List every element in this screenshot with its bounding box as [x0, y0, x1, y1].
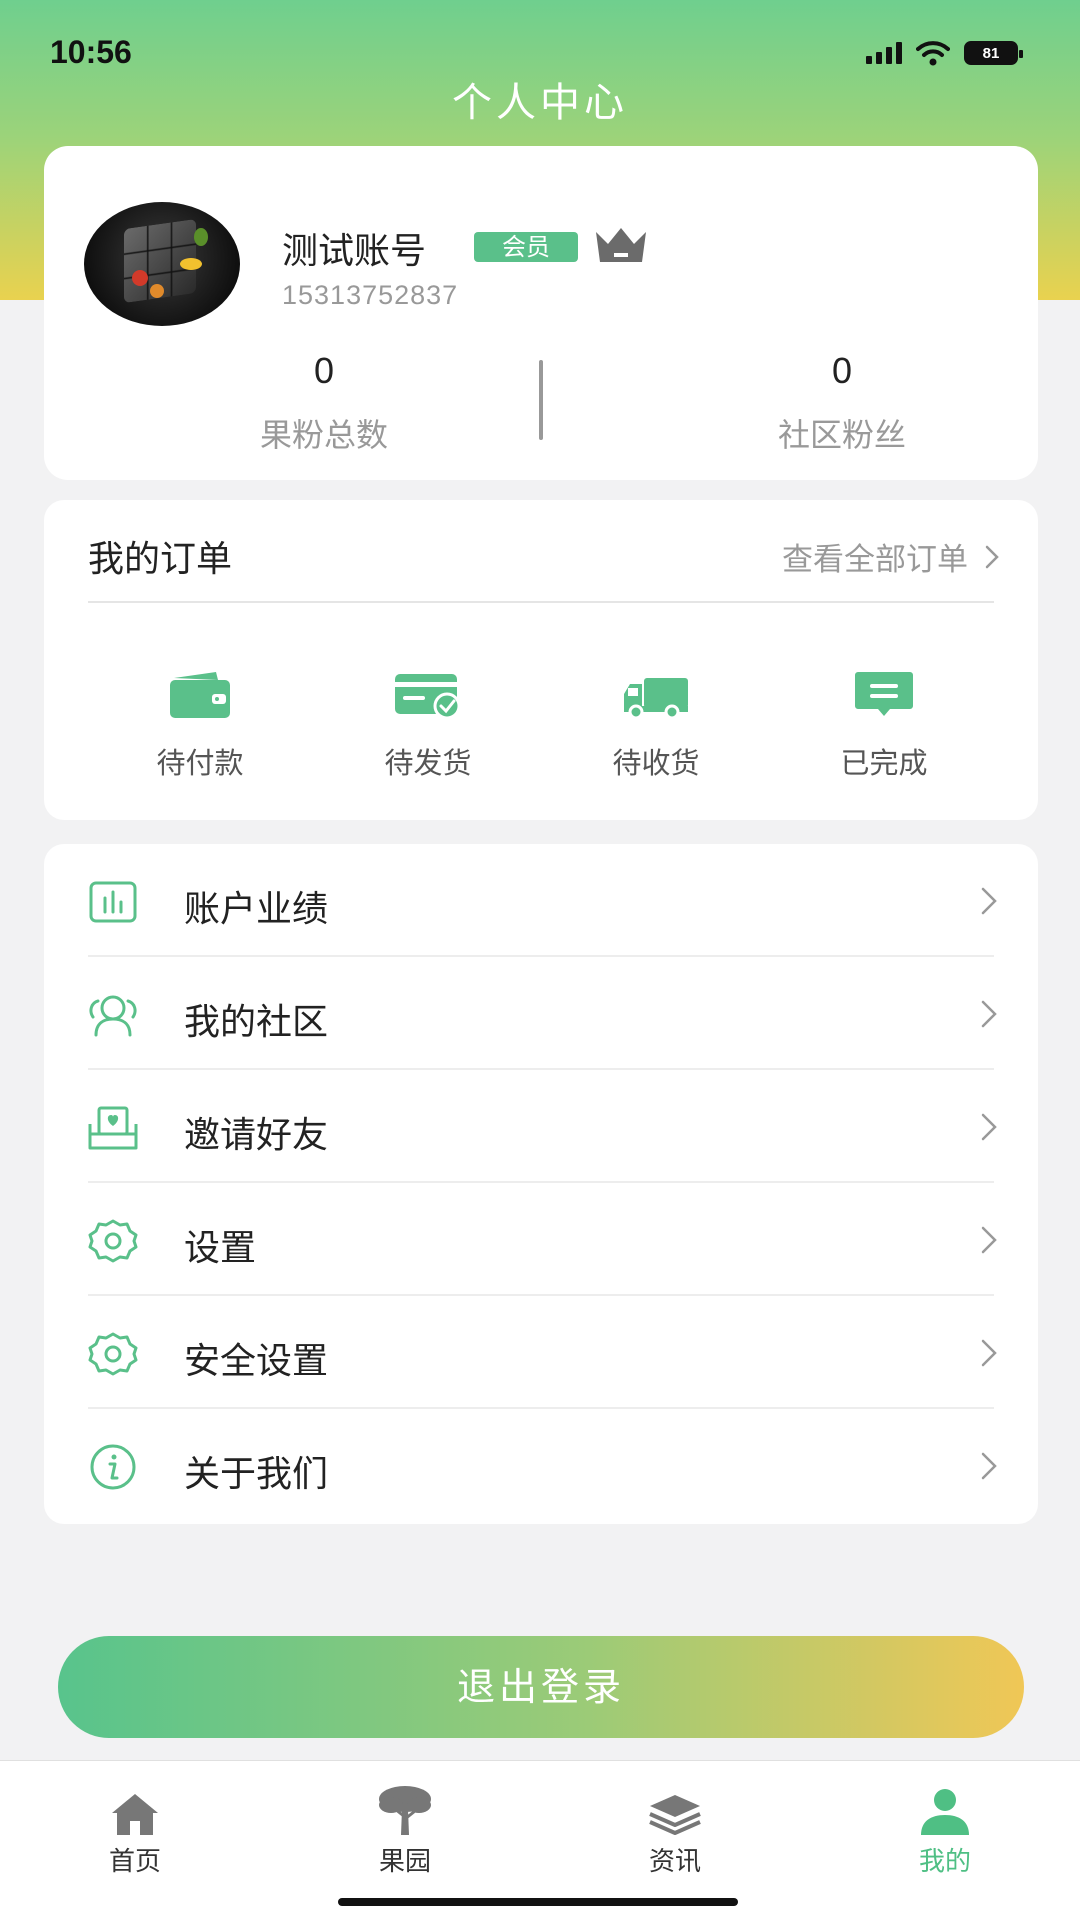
tab-mine[interactable]: 我的 — [870, 1779, 1020, 1878]
menu-item-label: 账户业绩 — [184, 889, 329, 930]
signal-icon — [866, 42, 902, 64]
menu-card: 账户业绩 我的社区 邀请好友 设置 安全设置 关于我们 — [44, 844, 1038, 1524]
tab-label: 资讯 — [648, 1847, 701, 1877]
truck-icon — [624, 678, 688, 720]
menu-item-label: 邀请好友 — [184, 1115, 329, 1156]
tab-home[interactable]: 首页 — [60, 1779, 210, 1878]
battery-icon: 81 — [964, 41, 1023, 65]
home-icon — [112, 1794, 158, 1835]
invite-icon — [88, 1106, 138, 1150]
status-icons: 81 — [866, 40, 1023, 66]
view-all-orders-link[interactable]: 查看全部订单 — [782, 534, 1000, 579]
order-status-pending-receipt[interactable]: 待收货 — [556, 660, 756, 782]
menu-item-label: 设置 — [184, 1228, 257, 1269]
page-title: 个人中心 — [452, 80, 628, 126]
menu-item-about-us[interactable]: 关于我们 — [44, 1409, 1038, 1522]
gear-icon — [88, 1332, 138, 1376]
order-status-label: 待付款 — [156, 746, 244, 780]
orders-card: 我的订单 查看全部订单 待付款 待发货 待收货 已完成 — [44, 500, 1038, 820]
orders-divider — [88, 601, 994, 603]
home-indicator — [338, 1898, 738, 1906]
card-check-icon — [395, 674, 461, 720]
chevron-right-icon — [985, 545, 999, 568]
user-icon — [921, 1789, 969, 1835]
user-phone: 15313752837 — [282, 280, 459, 310]
chevron-right-icon — [981, 1339, 997, 1367]
tab-orchard[interactable]: 果园 — [330, 1779, 480, 1878]
stat-value: 0 — [831, 350, 853, 391]
menu-item-security-settings[interactable]: 安全设置 — [44, 1296, 1038, 1409]
menu-item-my-community[interactable]: 我的社区 — [44, 957, 1038, 1070]
stat-community-fans[interactable]: 0 社区粉丝 — [642, 350, 1042, 456]
chevron-right-icon — [981, 1113, 997, 1141]
order-status-pending-shipment[interactable]: 待发货 — [328, 660, 528, 782]
logout-button[interactable]: 退出登录 — [58, 1636, 1024, 1738]
view-all-orders-label: 查看全部订单 — [782, 542, 968, 578]
stat-value: 0 — [313, 350, 335, 391]
chevron-right-icon — [981, 1000, 997, 1028]
order-status-completed[interactable]: 已完成 — [784, 660, 984, 782]
info-icon — [90, 1444, 136, 1490]
profile-card: 测试账号 会员 15313752837 0 果粉总数 0 社区粉丝 — [44, 146, 1038, 480]
chevron-right-icon — [981, 887, 997, 915]
wallet-icon — [170, 672, 230, 718]
user-name: 测试账号 — [282, 231, 427, 272]
stat-divider — [539, 360, 543, 440]
community-icon — [89, 995, 137, 1037]
tab-bar: 首页 果园 资讯 我的 — [0, 1760, 1080, 1920]
order-status-label: 待收货 — [612, 746, 700, 780]
chevron-right-icon — [981, 1226, 997, 1254]
tab-news[interactable]: 资讯 — [600, 1779, 750, 1878]
menu-item-account-performance[interactable]: 账户业绩 — [44, 844, 1038, 957]
chart-icon — [89, 881, 137, 923]
stat-label: 社区粉丝 — [777, 416, 906, 454]
chevron-right-icon — [981, 1452, 997, 1480]
order-status-label: 已完成 — [840, 746, 928, 780]
gear-icon — [88, 1219, 138, 1263]
member-badge: 会员 — [474, 232, 578, 262]
stat-label: 果粉总数 — [259, 416, 388, 454]
menu-item-invite-friends[interactable]: 邀请好友 — [44, 1070, 1038, 1183]
menu-item-label: 安全设置 — [184, 1341, 329, 1382]
wifi-icon — [916, 41, 950, 66]
stat-fruit-fans[interactable]: 0 果粉总数 — [124, 350, 524, 456]
orders-title: 我的订单 — [88, 539, 233, 580]
avatar[interactable] — [84, 202, 240, 326]
order-status-label: 待发货 — [384, 746, 472, 780]
menu-item-label: 关于我们 — [184, 1454, 329, 1495]
crown-icon — [596, 228, 646, 262]
tab-label: 首页 — [108, 1847, 161, 1877]
menu-item-label: 我的社区 — [184, 1002, 329, 1043]
menu-item-settings[interactable]: 设置 — [44, 1183, 1038, 1296]
tab-label: 我的 — [918, 1847, 971, 1877]
layers-icon — [649, 1795, 701, 1835]
tab-label: 果园 — [378, 1847, 431, 1877]
message-icon — [855, 672, 913, 716]
tree-icon — [379, 1786, 431, 1835]
status-time: 10:56 — [50, 34, 132, 70]
order-status-pending-payment[interactable]: 待付款 — [100, 660, 300, 782]
